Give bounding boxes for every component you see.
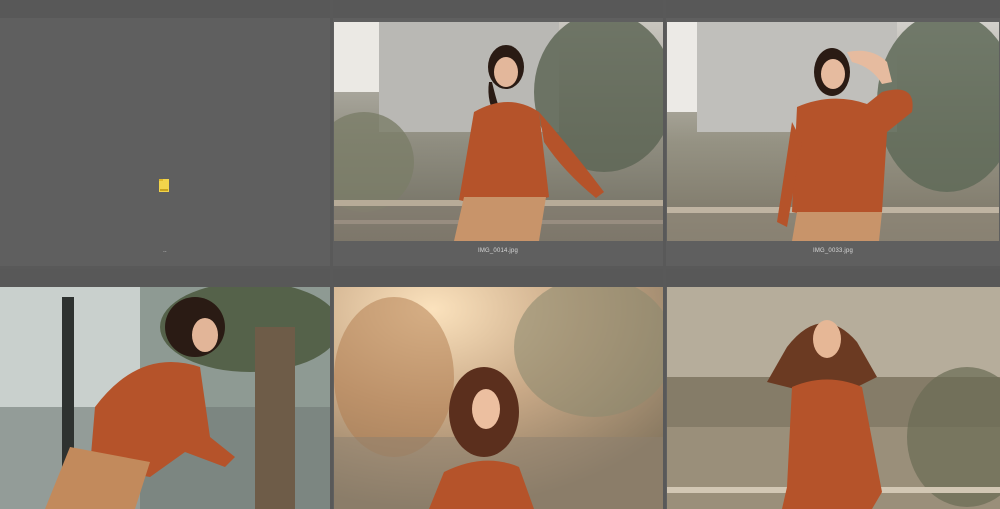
photo-thumbnail[interactable]: [334, 287, 663, 509]
photo-thumbnail[interactable]: [0, 287, 330, 509]
thumbnail-cell-img-0033[interactable]: IMG_0033.jpg: [666, 0, 1000, 266]
thumbnail-cell-photo-4[interactable]: [0, 269, 330, 509]
folder-icon[interactable]: [159, 179, 169, 192]
thumbnail-cell-photo-5[interactable]: [333, 269, 663, 509]
photo-thumbnail[interactable]: [667, 287, 1000, 509]
photo-thumbnail[interactable]: [667, 22, 999, 241]
photo-thumbnail[interactable]: [334, 22, 663, 241]
thumbnail-cell-parent-folder[interactable]: ..: [0, 0, 330, 266]
thumbnail-cell-img-0014[interactable]: IMG_0014.jpg: [333, 0, 663, 266]
thumbnail-grid: .. IMG_0014.jpg IMG_0033.jpg: [0, 0, 1000, 509]
thumbnail-caption: IMG_0033.jpg: [812, 248, 854, 254]
thumbnail-caption: ..: [163, 248, 167, 254]
thumbnail-caption: IMG_0014.jpg: [477, 248, 519, 254]
thumbnail-cell-photo-6[interactable]: [666, 269, 1000, 509]
